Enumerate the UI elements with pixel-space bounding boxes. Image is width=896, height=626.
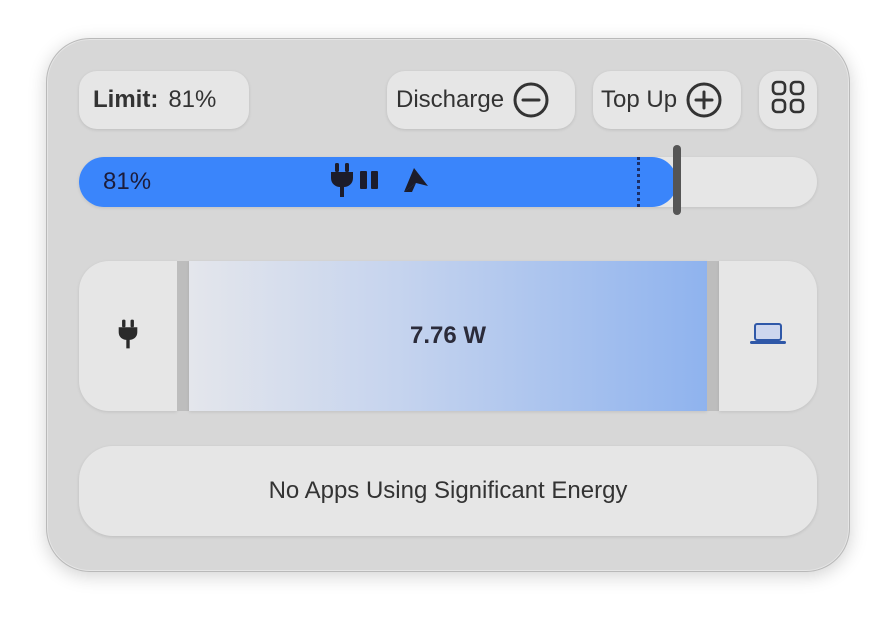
- top-up-label: Top Up: [601, 86, 678, 113]
- power-wattage: 7.76 W: [189, 261, 707, 411]
- energy-apps-list: No Apps Using Significant Energy: [79, 446, 817, 536]
- grid-menu-button[interactable]: [759, 71, 817, 129]
- power-flow: 7.76 W: [79, 261, 817, 411]
- limit-label: Limit:: [93, 86, 159, 113]
- discharge-label: Discharge: [396, 86, 505, 113]
- apps-message: No Apps Using Significant Energy: [268, 477, 628, 504]
- power-target: [719, 261, 817, 411]
- charge-percent: 81%: [103, 168, 152, 195]
- plus-circle-icon: [685, 81, 723, 119]
- power-source: [79, 261, 177, 411]
- top-up-button[interactable]: Top Up: [593, 71, 741, 129]
- plug-icon: [117, 318, 139, 355]
- laptop-icon: [749, 322, 787, 351]
- discharge-button[interactable]: Discharge: [387, 71, 575, 129]
- charging-status-icons: [329, 162, 430, 203]
- pause-icon: [358, 169, 380, 196]
- sailing-icon: [400, 166, 430, 199]
- limit-button[interactable]: Limit: 81%: [79, 71, 249, 129]
- charge-limit-slider[interactable]: 81%: [79, 145, 817, 215]
- limit-value: 81%: [168, 86, 217, 113]
- grid-icon: [770, 79, 806, 122]
- limit-marker-line: [637, 157, 640, 207]
- plug-icon: [329, 162, 355, 203]
- wattage-value: 7.76 W: [409, 322, 487, 349]
- battery-panel: Limit: 81% Discharge Top Up 81% 7.76 W N…: [46, 38, 850, 572]
- minus-circle-icon: [512, 81, 550, 119]
- limit-slider-handle[interactable]: [673, 145, 681, 215]
- flow-divider: [707, 261, 719, 411]
- flow-divider: [177, 261, 189, 411]
